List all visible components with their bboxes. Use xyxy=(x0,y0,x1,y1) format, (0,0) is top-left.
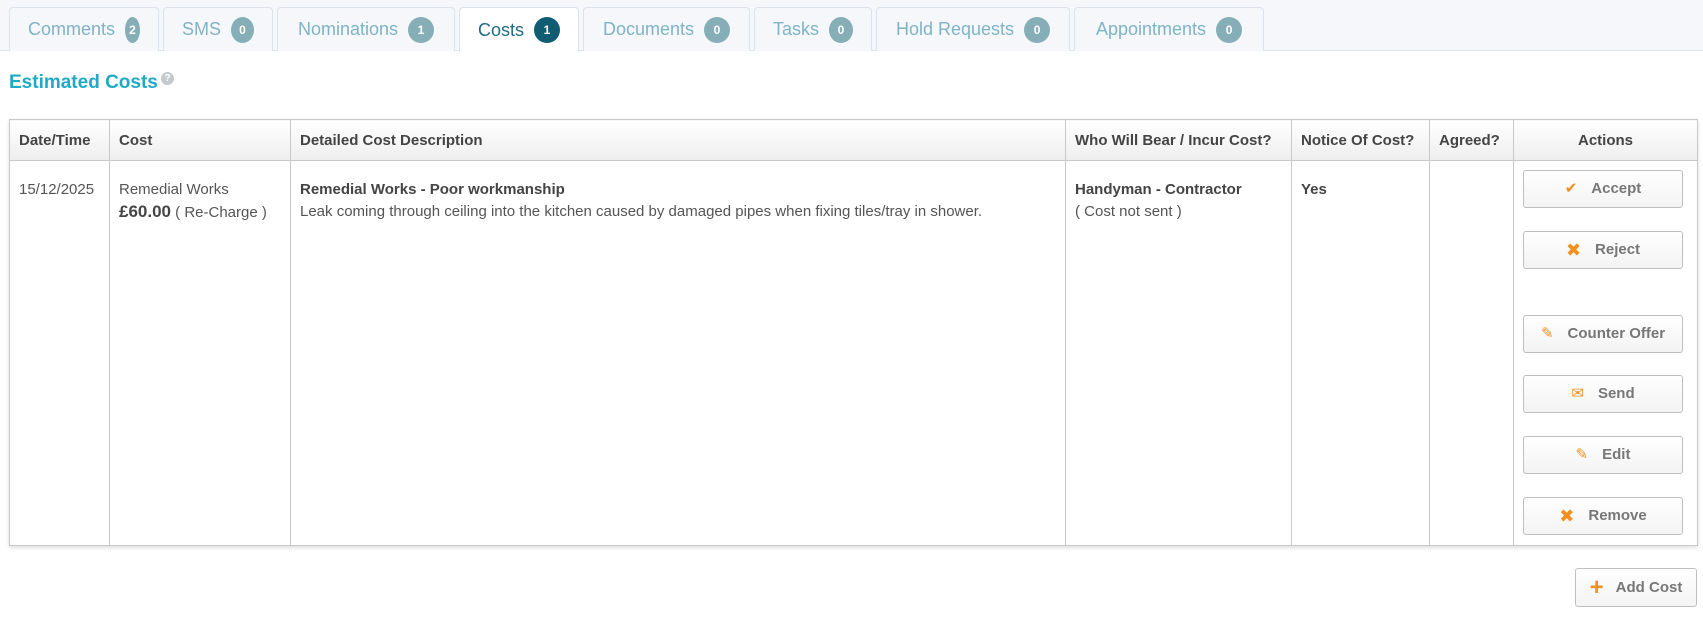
count-badge: 0 xyxy=(231,16,254,43)
tab-label: Documents xyxy=(602,19,695,39)
add-cost-button[interactable]: + Add Cost xyxy=(1575,568,1697,607)
column-header-actions: Actions xyxy=(1513,119,1698,161)
cost-type: Remedial Works xyxy=(119,181,229,198)
tab-label: Costs xyxy=(478,19,525,40)
send-button[interactable]: ✉ Send xyxy=(1523,375,1683,413)
tab-label: SMS xyxy=(182,19,222,39)
edit-button[interactable]: ✎ Edit xyxy=(1523,436,1683,474)
tab-tasks[interactable]: Tasks 0 xyxy=(754,7,872,51)
help-icon[interactable]: ? xyxy=(161,72,174,85)
cell-description: Remedial Works - Poor workmanship Leak c… xyxy=(290,160,1066,546)
cross-icon: ✖ xyxy=(1565,240,1582,260)
cell-bearer: Handyman - Contractor ( Cost not sent ) xyxy=(1065,160,1292,546)
envelope-icon: ✉ xyxy=(1571,385,1584,402)
count-badge: 0 xyxy=(1216,16,1243,43)
count-badge: 1 xyxy=(534,17,560,43)
section-title: Estimated Costs xyxy=(9,72,158,93)
tabs: Comments 2 SMS 0 Nominations 1 Costs 1 D… xyxy=(9,7,1264,52)
reject-button[interactable]: ✖ Reject xyxy=(1523,231,1683,269)
column-header-notice: Notice Of Cost? xyxy=(1291,119,1430,161)
table-header-row: Date/Time Cost Detailed Cost Description… xyxy=(9,119,1698,161)
column-header-bearer: Who Will Bear / Incur Cost? xyxy=(1065,119,1292,161)
send-label: Send xyxy=(1597,385,1635,402)
tab-documents[interactable]: Documents 0 xyxy=(583,7,750,51)
tab-label: Nominations xyxy=(297,19,399,39)
cell-actions: ✔ Accept ✖ Reject ✎ Counter Offer ✉ Send xyxy=(1513,160,1698,546)
plus-icon: + xyxy=(1589,573,1604,601)
bearer-name: Handyman - Contractor xyxy=(1075,181,1242,198)
costs-table: Date/Time Cost Detailed Cost Description… xyxy=(9,119,1698,546)
count-badge: 1 xyxy=(408,16,435,43)
tab-label: Comments xyxy=(28,19,116,39)
tab-label: Tasks xyxy=(773,19,820,39)
count-badge: 2 xyxy=(125,16,140,43)
tab-sms[interactable]: SMS 0 xyxy=(163,7,273,51)
column-header-cost: Cost xyxy=(109,119,291,161)
tab-comments[interactable]: Comments 2 xyxy=(9,7,159,51)
count-badge: 0 xyxy=(704,16,731,43)
column-header-agreed: Agreed? xyxy=(1429,119,1514,161)
table-row: 15/12/2025 Remedial Works £60.00 ( Re-Ch… xyxy=(9,160,1698,546)
accept-label: Accept xyxy=(1591,180,1642,197)
cell-datetime: 15/12/2025 xyxy=(9,160,110,546)
add-cost-label: Add Cost xyxy=(1615,579,1683,596)
remove-label: Remove xyxy=(1588,507,1647,524)
tab-nominations[interactable]: Nominations 1 xyxy=(277,7,455,51)
cell-agreed xyxy=(1429,160,1514,546)
cell-notice: Yes xyxy=(1291,160,1430,546)
tab-bar: Comments 2 SMS 0 Nominations 1 Costs 1 D… xyxy=(0,0,1703,52)
cost-kind: ( Re-Charge ) xyxy=(175,204,267,221)
column-header-description: Detailed Cost Description xyxy=(290,119,1066,161)
description-body: Leak coming through ceiling into the kit… xyxy=(300,203,983,220)
cross-icon: ✖ xyxy=(1559,506,1575,526)
column-header-datetime: Date/Time xyxy=(9,119,110,161)
tab-appointments[interactable]: Appointments 0 xyxy=(1074,7,1264,51)
counter-offer-button[interactable]: ✎ Counter Offer xyxy=(1523,315,1683,353)
cell-cost: Remedial Works £60.00 ( Re-Charge ) xyxy=(109,160,291,546)
count-badge: 0 xyxy=(829,16,853,43)
bearer-status: ( Cost not sent ) xyxy=(1075,203,1182,220)
count-badge: 0 xyxy=(1024,16,1051,43)
tab-hold-requests[interactable]: Hold Requests 0 xyxy=(876,7,1070,51)
edit-label: Edit xyxy=(1602,446,1631,463)
description-title: Remedial Works - Poor workmanship xyxy=(300,181,565,198)
counter-offer-label: Counter Offer xyxy=(1567,325,1666,342)
remove-button[interactable]: ✖ Remove xyxy=(1523,497,1683,535)
tab-costs[interactable]: Costs 1 xyxy=(459,7,579,52)
cost-amount-line: £60.00 ( Re-Charge ) xyxy=(119,201,281,224)
reject-label: Reject xyxy=(1595,241,1641,258)
tab-label: Hold Requests xyxy=(895,19,1015,39)
pencil-icon: ✎ xyxy=(1575,446,1589,463)
cost-amount: £60.00 xyxy=(119,202,171,221)
accept-button[interactable]: ✔ Accept xyxy=(1523,170,1683,208)
page: Comments 2 SMS 0 Nominations 1 Costs 1 D… xyxy=(0,0,1703,617)
tab-label: Appointments xyxy=(1095,19,1207,39)
pencil-icon: ✎ xyxy=(1540,325,1554,342)
check-icon: ✔ xyxy=(1564,180,1578,197)
